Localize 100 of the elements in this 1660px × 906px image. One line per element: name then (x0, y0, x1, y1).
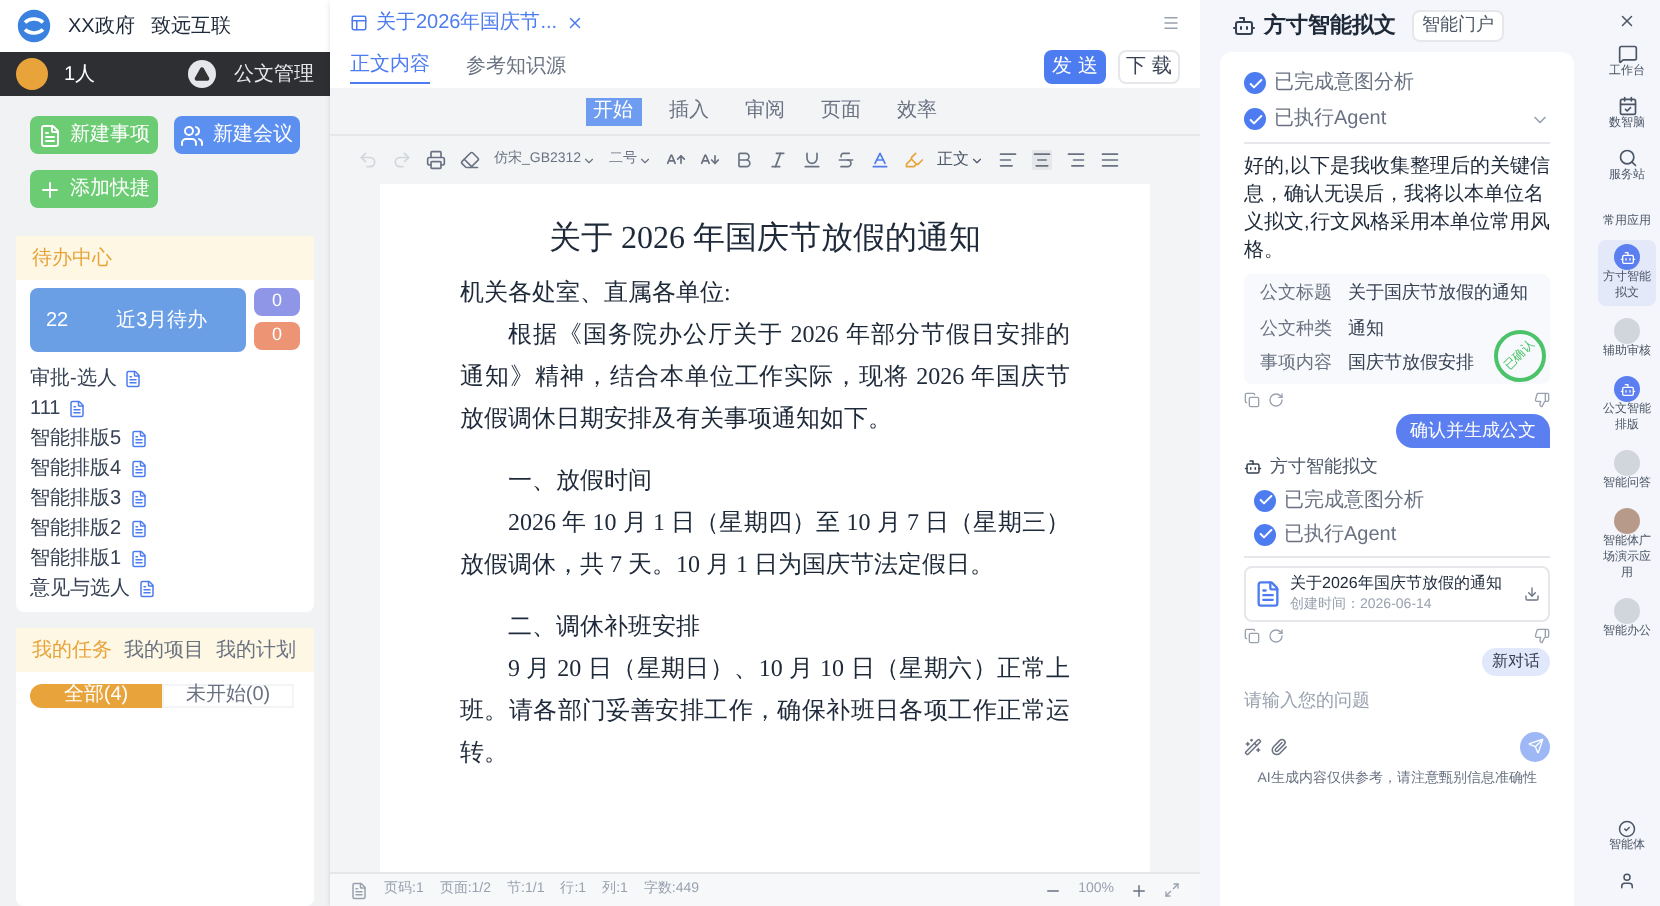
field-value: 通知 (1348, 315, 1384, 341)
download-icon[interactable] (1524, 585, 1540, 602)
section-heading: 一、放假时间 (506, 464, 654, 498)
step-label: 已完成意图分析 (1274, 69, 1414, 98)
search-icon (1617, 148, 1637, 168)
ribbon-tab[interactable]: 效率 (889, 97, 945, 125)
magic-wand-icon[interactable] (1244, 737, 1262, 755)
salutation: 机关各处室、直属各单位: (460, 276, 733, 310)
plus-icon (37, 177, 62, 201)
grow-font-icon[interactable] (665, 150, 686, 170)
todo-item[interactable]: 智能排版1 (30, 549, 122, 569)
photo-placeholder (1614, 508, 1640, 534)
step-label: 已执行Agent (1284, 521, 1397, 549)
align-right-icon[interactable] (1065, 150, 1086, 170)
caret-icon (637, 153, 652, 167)
document-icon (129, 460, 148, 478)
printer-icon[interactable] (426, 150, 446, 170)
chat-icon (1617, 44, 1637, 64)
ribbon-tab[interactable]: 插入 (661, 97, 717, 125)
shrink-font-icon[interactable] (699, 150, 720, 170)
document-icon (129, 430, 148, 448)
document-icon (350, 13, 368, 31)
ribbon-tab[interactable]: 审阅 (737, 97, 793, 125)
avatar[interactable] (16, 58, 48, 90)
download-button[interactable]: 下 载 (1118, 49, 1180, 83)
body-paragraph: 2026 年 10 月 1 日（星期四）至 10 月 7 日（星期三）放假调休，共 7 天。10 月 1 日为国庆节法定假日。 (460, 506, 1070, 582)
user-icon[interactable] (1618, 872, 1636, 890)
copy-icon[interactable] (1244, 391, 1260, 407)
document-icon (68, 400, 87, 418)
paperclip-icon[interactable] (1270, 737, 1288, 755)
section-heading: 二、调休补班安排 (506, 610, 702, 644)
assistant-message: 好的,以下是我收集整理后的关键信息，确认无误后，我将以本单位名义拟文,行文风格采用本单位常用风格。 (1244, 154, 1550, 266)
underline-icon[interactable] (801, 150, 822, 170)
eraser-icon[interactable] (460, 150, 480, 170)
question-input[interactable]: 请输入您的问题 (1244, 688, 1550, 715)
file-tab[interactable]: 关于2026年国庆节... (376, 7, 558, 37)
field-label: 公文种类 (1260, 315, 1334, 341)
document-icon (138, 580, 156, 598)
field-label: 事项内容 (1260, 350, 1334, 376)
brand-name: 致远互联 (150, 13, 231, 41)
align-center-icon[interactable] (1031, 150, 1052, 170)
field-value: 国庆节放假安排 (1348, 350, 1474, 376)
todo-label: 近3月待办 (116, 307, 208, 335)
strikethrough-icon[interactable] (835, 150, 856, 170)
caret-icon (581, 153, 596, 167)
bold-icon[interactable] (733, 150, 754, 170)
module-name[interactable]: 公文管理 (234, 59, 314, 89)
task-tab[interactable]: 我的项目 (124, 635, 204, 665)
close-icon[interactable] (565, 13, 584, 31)
logo-icon (16, 8, 52, 44)
document-icon (124, 370, 143, 388)
todo-item[interactable]: 意见与选人 (30, 579, 130, 599)
content-tab[interactable]: 参考知识源 (466, 48, 566, 84)
calendar-icon (1617, 96, 1637, 116)
fullscreen-icon[interactable] (1164, 882, 1180, 898)
step-label: 已完成意图分析 (1284, 487, 1424, 515)
refresh-icon[interactable] (1268, 391, 1284, 407)
document-icon (129, 520, 148, 538)
todo-item[interactable]: 智能排版4 (30, 459, 122, 479)
document-icon (129, 550, 148, 568)
todo-item[interactable]: 智能排版5 (30, 429, 122, 449)
style-select[interactable]: 正文 (937, 148, 984, 172)
document-icon (129, 490, 148, 508)
assistant-name: 方寸智能拟文 (1270, 454, 1378, 480)
zoom-in-icon[interactable] (1130, 881, 1148, 899)
org-name: XX政府 (68, 13, 135, 41)
send-icon (1527, 738, 1543, 754)
caret-icon (969, 153, 984, 167)
ribbon-tab[interactable]: 页面 (813, 97, 869, 125)
app-avatar (1614, 598, 1640, 624)
portal-button[interactable]: 智能门户 (1412, 10, 1504, 42)
copy-icon[interactable] (1244, 628, 1260, 644)
refresh-icon[interactable] (1268, 628, 1284, 644)
todo-item[interactable]: 智能排版3 (30, 489, 122, 509)
close-icon[interactable] (1618, 12, 1636, 30)
todo-item[interactable]: 111 (30, 399, 61, 419)
menu-icon[interactable] (1162, 13, 1180, 31)
app-avatar (1614, 318, 1640, 344)
task-tab[interactable]: 我的计划 (216, 635, 296, 665)
body-paragraph: 9 月 20 日（星期日）、10 月 10 日（星期六）正常上班。请各部门妥善安排工作，确保补班日各项工作正常运转。 (460, 652, 1070, 770)
user-count: 1人 (64, 61, 96, 89)
align-left-icon[interactable] (997, 150, 1018, 170)
todo-count: 22 (46, 307, 69, 335)
document-title: 关于 2026 年国庆节放假的通知 (547, 219, 983, 260)
file-name: 关于2026年国庆节放假的通知 (1290, 571, 1502, 595)
italic-icon[interactable] (767, 150, 788, 170)
font-color-icon[interactable] (869, 150, 890, 170)
thumbs-down-icon[interactable] (1534, 628, 1550, 644)
document-icon (37, 123, 62, 147)
todo-item[interactable]: 审批-选人 (30, 369, 117, 389)
new-chat-button[interactable]: 新对话 (1482, 648, 1550, 676)
bot-avatar (1614, 244, 1640, 270)
send-button[interactable]: 发 送 (1044, 49, 1106, 83)
thumbs-down-icon[interactable] (1534, 391, 1550, 407)
bot-avatar (1614, 376, 1640, 402)
filter-tab[interactable]: 未开始(0) (162, 684, 294, 708)
content-tab[interactable]: 正文内容 (350, 48, 430, 84)
todo-item[interactable]: 智能排版2 (30, 519, 122, 539)
justify-icon[interactable] (1099, 150, 1120, 170)
field-value: 关于国庆节放假的通知 (1348, 280, 1528, 306)
